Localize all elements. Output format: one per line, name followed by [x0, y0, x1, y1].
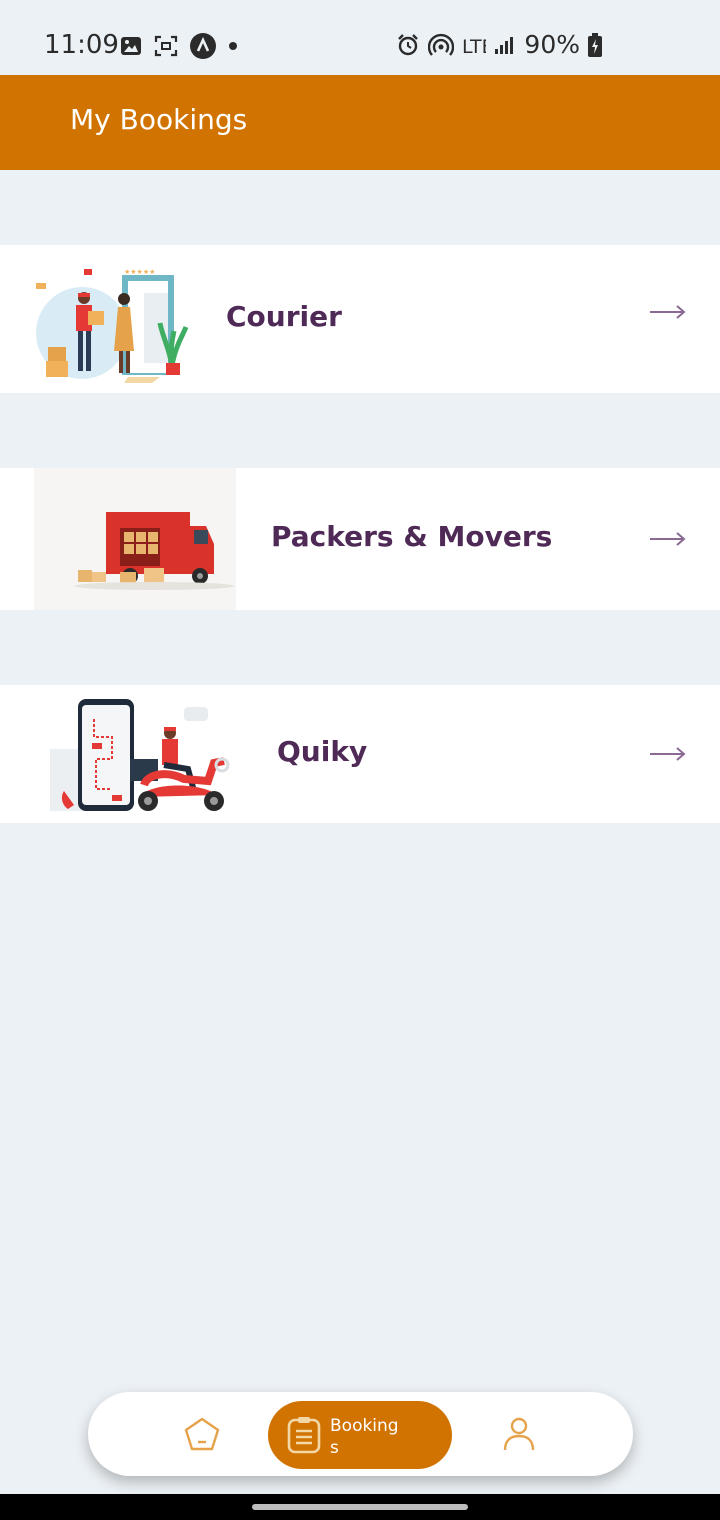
nav-bookings-tab[interactable]: Bookings — [268, 1401, 452, 1469]
more-notifications-icon — [228, 41, 238, 51]
bottom-navigation: Bookings — [88, 1392, 633, 1476]
home-gesture-handle[interactable] — [252, 1504, 468, 1510]
clipboard-icon — [286, 1416, 322, 1459]
service-card-quiky[interactable]: Quiky — [0, 685, 720, 823]
service-label: Quiky — [277, 735, 368, 768]
battery-percent: 90% — [524, 30, 580, 59]
app-notification-icon — [190, 33, 216, 59]
nav-bookings-label: Bookings — [330, 1416, 399, 1458]
profile-icon[interactable] — [502, 1416, 536, 1457]
page-title: My Bookings — [70, 103, 248, 136]
service-label: Packers & Movers — [271, 520, 553, 553]
signal-icon — [494, 35, 516, 55]
courier-illustration: ★★★★★ — [32, 265, 194, 392]
alarm-icon — [396, 33, 420, 57]
gallery-icon — [120, 35, 142, 57]
status-time: 11:09 — [44, 30, 119, 60]
arrow-right-icon[interactable] — [650, 305, 686, 324]
truck-illustration — [34, 468, 236, 615]
arrow-right-icon[interactable] — [650, 747, 686, 766]
service-card-courier[interactable]: ★★★★★ Courier — [0, 245, 720, 393]
system-navigation-bar — [0, 1494, 720, 1520]
status-bar: 11:09 LTE 90% — [0, 0, 720, 75]
service-label: Courier — [226, 300, 342, 333]
hotspot-icon — [428, 33, 455, 57]
screenshot-icon — [154, 35, 178, 57]
arrow-right-icon[interactable] — [650, 532, 686, 551]
service-card-packers-movers[interactable]: Packers & Movers — [0, 468, 720, 610]
home-icon[interactable] — [183, 1416, 221, 1457]
svg-text:★★★★★: ★★★★★ — [124, 268, 155, 276]
app-bar: My Bookings — [0, 75, 720, 170]
svg-text:LTE: LTE — [462, 36, 486, 56]
battery-charging-icon — [588, 32, 602, 57]
lte-icon: LTE — [462, 34, 486, 56]
scooter-delivery-illustration — [48, 697, 234, 820]
